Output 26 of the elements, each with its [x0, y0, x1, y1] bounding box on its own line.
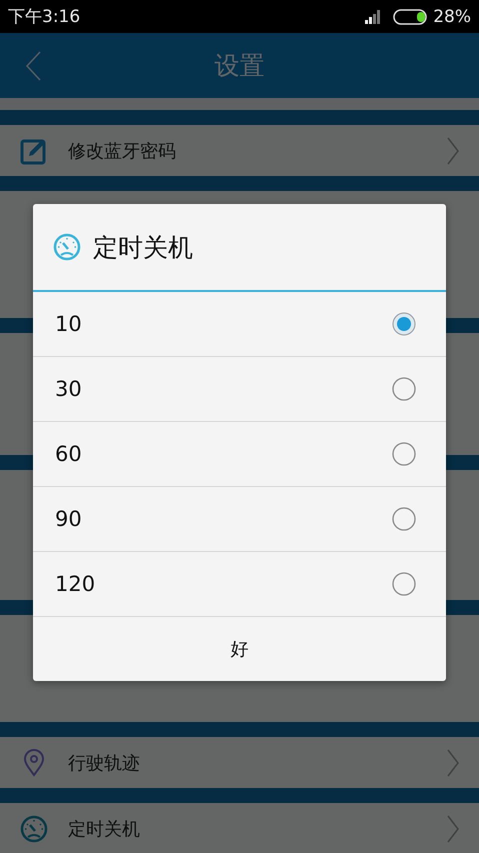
gauge-icon: [20, 814, 48, 842]
battery-icon: [393, 8, 430, 24]
gauge-icon: [53, 233, 81, 261]
chevron-right-icon: [447, 136, 459, 164]
row-label: 定时关机: [68, 818, 141, 840]
row-label: 修改蓝牙密码: [68, 140, 177, 162]
ok-button[interactable]: 好: [33, 617, 446, 681]
radio-button[interactable]: [392, 377, 416, 401]
back-icon[interactable]: [24, 51, 42, 81]
radio-option[interactable]: 120: [33, 552, 446, 617]
radio-option[interactable]: 90: [33, 487, 446, 552]
radio-option[interactable]: 60: [33, 422, 446, 487]
radio-option[interactable]: 10: [33, 292, 446, 357]
radio-option[interactable]: 30: [33, 357, 446, 422]
chevron-right-icon: [447, 814, 459, 842]
dialog-title: 定时关机: [93, 232, 193, 264]
header-title: 设置: [214, 50, 264, 82]
edit-icon: [20, 136, 48, 164]
radio-button[interactable]: [392, 507, 416, 531]
radio-button[interactable]: [392, 572, 416, 596]
row-label: 行驶轨迹: [68, 752, 141, 774]
radio-button[interactable]: [392, 442, 416, 466]
battery-percent: 28%: [433, 6, 471, 26]
status-time: 下午3:16: [8, 6, 80, 28]
chevron-right-icon: [447, 748, 459, 776]
radio-button[interactable]: [392, 312, 416, 336]
